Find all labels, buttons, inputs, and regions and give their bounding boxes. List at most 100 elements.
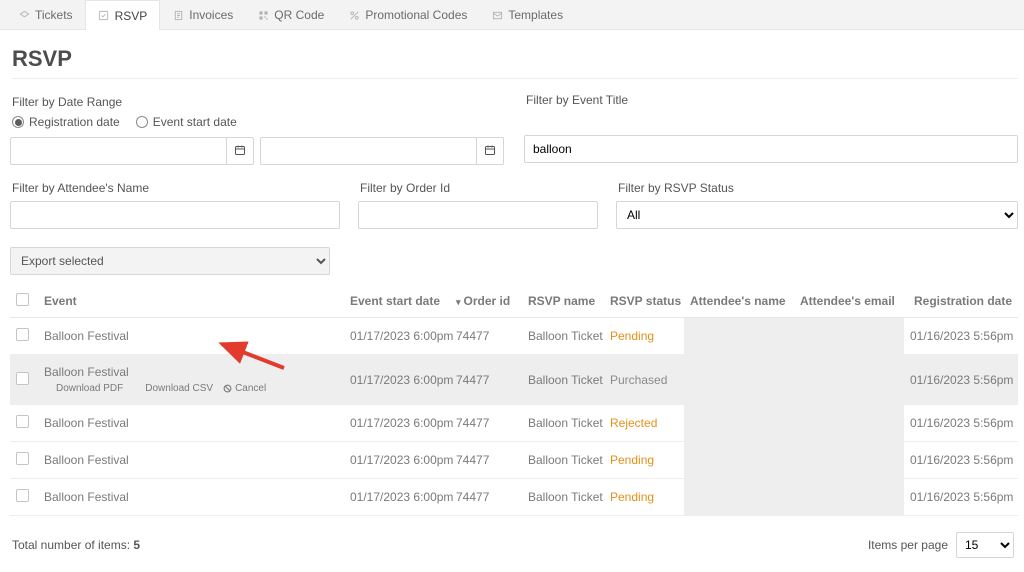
filter-attendee-label: Filter by Attendee's Name	[12, 181, 340, 195]
cell-status: Rejected	[604, 405, 684, 442]
page-title: RSVP	[12, 46, 1018, 79]
tab-label: Promotional Codes	[365, 8, 467, 22]
col-status[interactable]: RSVP status	[604, 285, 684, 318]
export-selected-dropdown[interactable]: Export selected	[10, 247, 330, 275]
radio-label: Event start date	[153, 115, 237, 129]
row-checkbox[interactable]	[16, 328, 29, 341]
radio-event-start-date[interactable]: Event start date	[136, 115, 237, 129]
check-square-icon	[98, 10, 110, 22]
tab-qr[interactable]: QR Code	[245, 0, 336, 30]
tab-label: QR Code	[274, 8, 324, 22]
col-select-all[interactable]	[10, 285, 38, 318]
tab-tickets[interactable]: Tickets	[6, 0, 85, 30]
mail-icon	[491, 9, 503, 21]
cancel-action[interactable]: Cancel	[223, 383, 266, 394]
col-rsvp[interactable]: RSVP name	[522, 285, 604, 318]
cell-status: Pending	[604, 479, 684, 516]
col-order[interactable]: ▾Order id	[450, 285, 522, 318]
row-checkbox[interactable]	[16, 415, 29, 428]
cell-status: Purchased	[604, 355, 684, 405]
cell-rsvp: Balloon Ticket	[522, 355, 604, 405]
cell-start: 01/17/2023 6:00pm	[344, 355, 450, 405]
cell-attendee-name	[684, 479, 794, 516]
col-attendee-email[interactable]: Attendee's email	[794, 285, 904, 318]
table-row[interactable]: Balloon Festival01/17/2023 6:00pm74477Ba…	[10, 318, 1018, 355]
tab-invoices[interactable]: Invoices	[160, 0, 245, 30]
table-footer: Total number of items: 5 Items per page …	[10, 532, 1018, 562]
cell-event: Balloon Festival	[38, 442, 344, 479]
cell-attendee-name	[684, 355, 794, 405]
date-to-field	[260, 137, 504, 165]
tab-promo[interactable]: Promotional Codes	[336, 0, 479, 30]
cell-start: 01/17/2023 6:00pm	[344, 318, 450, 355]
tab-rsvp[interactable]: RSVP	[85, 0, 161, 30]
table-row[interactable]: Balloon Festival01/17/2023 6:00pm74477Ba…	[10, 405, 1018, 442]
filter-event-title-label: Filter by Event Title	[526, 93, 1018, 107]
cell-attendee-email	[794, 318, 904, 355]
items-per-page-label: Items per page	[868, 538, 948, 552]
page-content: RSVP Filter by Date Range Registration d…	[0, 30, 1024, 572]
cell-rsvp: Balloon Ticket	[522, 405, 604, 442]
cell-attendee-name	[684, 405, 794, 442]
tab-label: Tickets	[35, 8, 73, 22]
calendar-button[interactable]	[226, 137, 254, 165]
radio-registration-date[interactable]: Registration date	[12, 115, 120, 129]
order-id-input[interactable]	[358, 201, 598, 229]
cell-attendee-email	[794, 405, 904, 442]
cell-status: Pending	[604, 442, 684, 479]
date-to-input[interactable]	[260, 137, 476, 165]
download-pdf-action[interactable]: Download PDF	[44, 383, 123, 394]
tab-label: Templates	[508, 8, 563, 22]
filter-order-label: Filter by Order Id	[360, 181, 598, 195]
checkbox-icon	[16, 293, 29, 306]
calendar-icon	[484, 144, 496, 159]
table-row[interactable]: Balloon Festival01/17/2023 6:00pm74477Ba…	[10, 479, 1018, 516]
filter-status-label: Filter by RSVP Status	[618, 181, 1018, 195]
cell-order: 74477	[450, 442, 522, 479]
cell-status: Pending	[604, 318, 684, 355]
col-attendee-name[interactable]: Attendee's name	[684, 285, 794, 318]
cell-order: 74477	[450, 479, 522, 516]
cell-registration: 01/16/2023 5:56pm	[904, 479, 1018, 516]
cell-attendee-email	[794, 479, 904, 516]
rsvp-table: Event Event start date ▾Order id RSVP na…	[10, 285, 1018, 516]
event-title-input[interactable]	[524, 135, 1018, 163]
cell-attendee-email	[794, 442, 904, 479]
cell-rsvp: Balloon Ticket	[522, 479, 604, 516]
cell-event: Balloon Festival	[38, 318, 344, 355]
cell-attendee-email	[794, 355, 904, 405]
top-tabs: Tickets RSVP Invoices QR Code Promotiona…	[0, 0, 1024, 30]
row-checkbox[interactable]	[16, 372, 29, 385]
tab-templates[interactable]: Templates	[479, 0, 575, 30]
cell-start: 01/17/2023 6:00pm	[344, 479, 450, 516]
cell-order: 74477	[450, 355, 522, 405]
rsvp-status-select[interactable]: All	[616, 201, 1018, 229]
col-event[interactable]: Event	[38, 285, 344, 318]
cell-attendee-name	[684, 318, 794, 355]
download-csv-action[interactable]: Download CSV	[133, 383, 213, 394]
calendar-icon	[234, 144, 246, 159]
filter-date-label: Filter by Date Range	[12, 95, 504, 109]
cell-registration: 01/16/2023 5:56pm	[904, 318, 1018, 355]
tab-label: RSVP	[115, 9, 148, 23]
attendee-name-input[interactable]	[10, 201, 340, 229]
date-from-input[interactable]	[10, 137, 226, 165]
row-checkbox[interactable]	[16, 452, 29, 465]
total-items: Total number of items: 5	[12, 538, 140, 552]
table-row[interactable]: Balloon FestivalDownload PDFDownload CSV…	[10, 355, 1018, 405]
row-checkbox[interactable]	[16, 489, 29, 502]
cell-event: Balloon Festival	[38, 405, 344, 442]
col-registration[interactable]: Registration date	[904, 285, 1018, 318]
file-icon	[172, 9, 184, 21]
items-per-page-select[interactable]: 15	[956, 532, 1014, 558]
col-start[interactable]: Event start date	[344, 285, 450, 318]
date-from-field	[10, 137, 254, 165]
calendar-button[interactable]	[476, 137, 504, 165]
qr-icon	[257, 9, 269, 21]
sort-desc-icon: ▾	[456, 297, 461, 307]
cell-order: 74477	[450, 318, 522, 355]
cell-order: 74477	[450, 405, 522, 442]
cell-rsvp: Balloon Ticket	[522, 318, 604, 355]
table-row[interactable]: Balloon Festival01/17/2023 6:00pm74477Ba…	[10, 442, 1018, 479]
cell-registration: 01/16/2023 5:56pm	[904, 405, 1018, 442]
